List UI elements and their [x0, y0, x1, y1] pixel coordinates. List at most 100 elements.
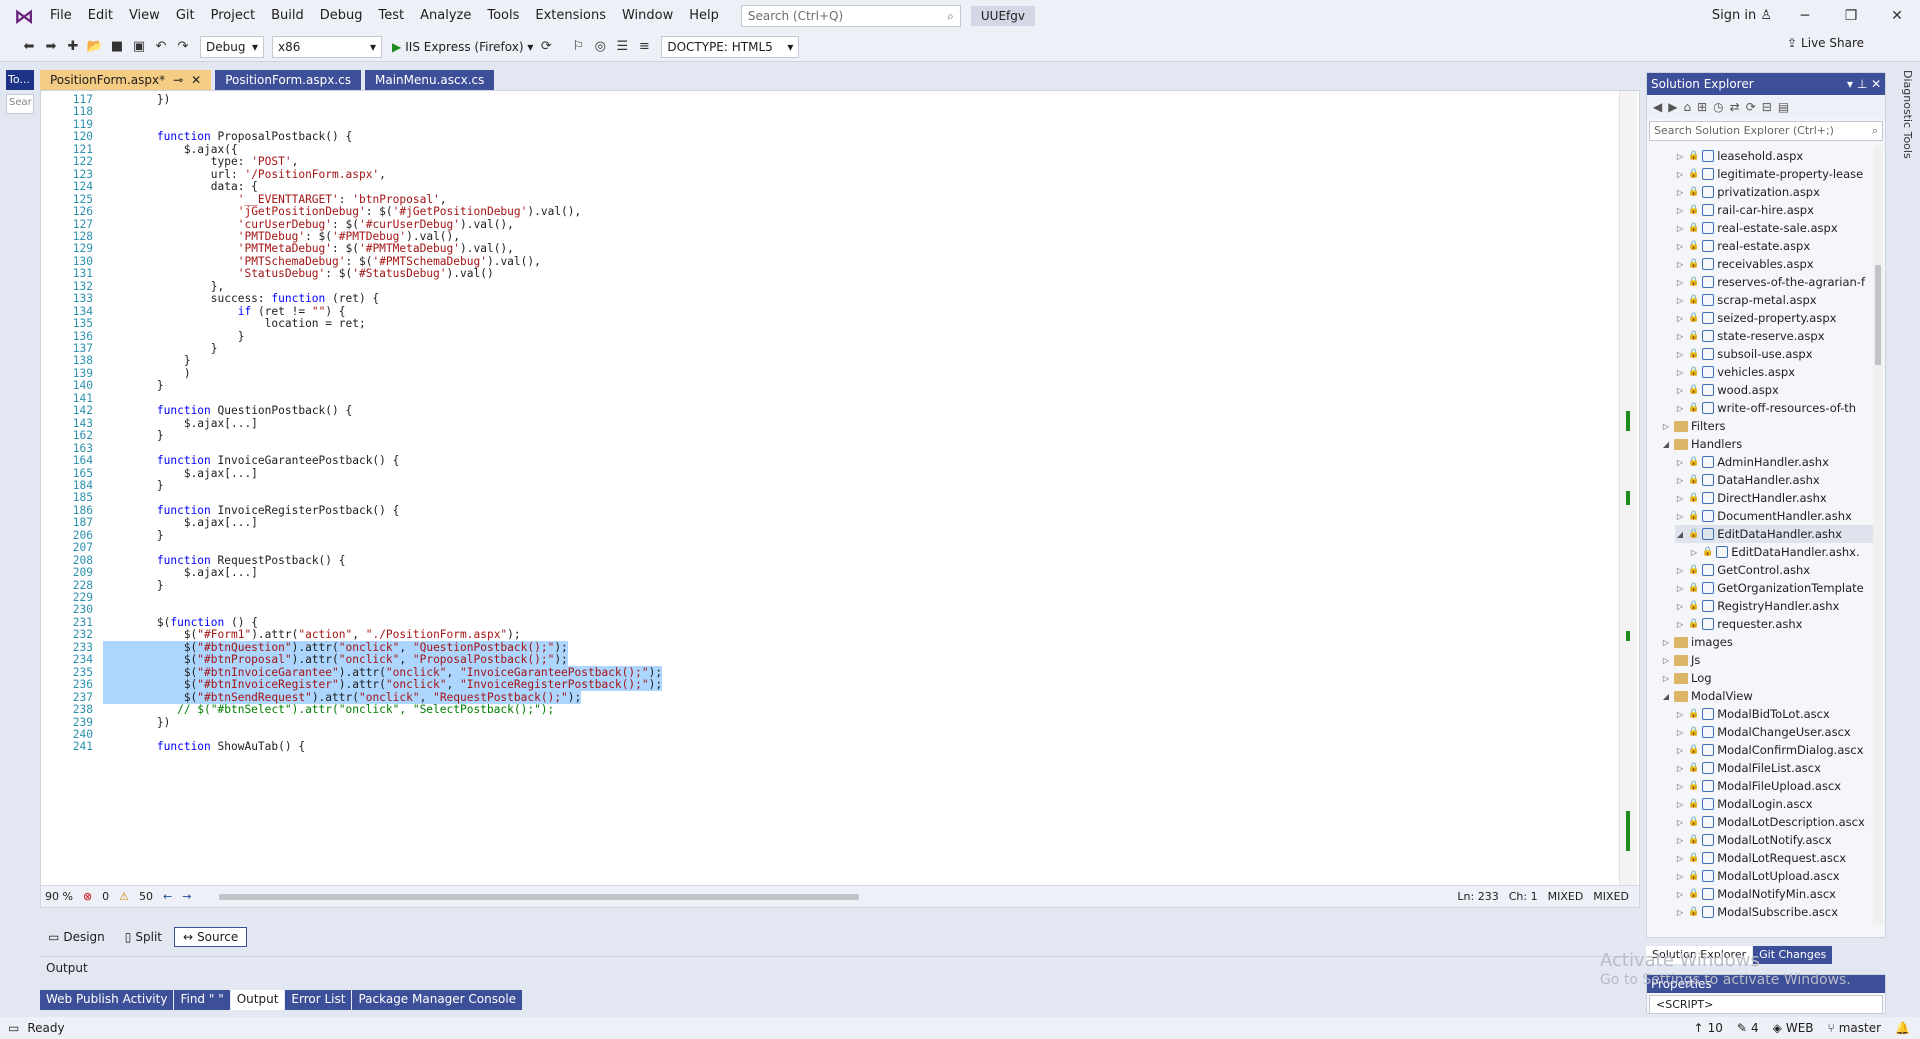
bottom-tab[interactable]: Package Manager Console [352, 990, 523, 1010]
file-item[interactable]: ▷ 🔒 ModalNotifyMin.ascx [1675, 885, 1873, 903]
code-line[interactable]: function ProposalPostback() { [103, 130, 352, 143]
expand-arrow-icon[interactable]: ▷ [1675, 728, 1685, 737]
code-line[interactable]: $("#btnSendRequest").attr("onclick", "Re… [103, 690, 582, 704]
camera-icon[interactable]: ◎ [591, 36, 609, 58]
expand-arrow-icon[interactable]: ▷ [1675, 512, 1685, 521]
expand-arrow-icon[interactable]: ▷ [1675, 260, 1685, 269]
restore-button[interactable]: ❐ [1828, 0, 1874, 32]
zoom-level[interactable]: 90 % [45, 890, 73, 903]
code-line[interactable]: ) [103, 367, 191, 380]
branch-icon[interactable]: ⑂ [1828, 1021, 1835, 1035]
expand-arrow-icon[interactable]: ▷ [1675, 818, 1685, 827]
expand-arrow-icon[interactable]: ▷ [1675, 242, 1685, 251]
expand-arrow-icon[interactable]: ▷ [1675, 746, 1685, 755]
code-line[interactable]: } [103, 342, 218, 355]
redo-icon[interactable]: ↷ [174, 36, 192, 58]
menu-item-git[interactable]: Git [168, 0, 203, 32]
nav-back-icon[interactable]: ← [163, 890, 172, 903]
sign-in-button[interactable]: Sign in ♙ [1712, 0, 1772, 32]
warning-icon[interactable]: ⚠ [119, 890, 129, 903]
comment-icon[interactable]: ≡ [635, 36, 653, 58]
expand-arrow-icon[interactable]: ▷ [1675, 764, 1685, 773]
pencil-icon[interactable]: ✎ [1737, 1021, 1747, 1035]
file-item[interactable]: ▷ 🔒 real-estate-sale.aspx [1675, 219, 1873, 237]
code-line[interactable]: 'PMTMetaDebug': $('#PMTMetaDebug').val()… [103, 242, 514, 255]
bottom-tab[interactable]: Error List [285, 990, 352, 1010]
code-line[interactable]: 'StatusDebug': $('#StatusDebug').val() [103, 267, 494, 280]
code-line[interactable]: $(function () { [103, 616, 258, 629]
code-line[interactable]: 'jGetPositionDebug': $('#jGetPositionDeb… [103, 205, 582, 218]
expand-arrow-icon[interactable]: ▷ [1675, 386, 1685, 395]
file-item[interactable]: ▷ 🔒 DirectHandler.ashx [1675, 489, 1873, 507]
view-tab-source[interactable]: ↔ Source [174, 927, 248, 947]
expand-arrow-icon[interactable]: ▷ [1675, 836, 1685, 845]
search-input[interactable]: Search (Ctrl+Q) ⌕ [740, 5, 961, 27]
bottom-tab[interactable]: Output [230, 990, 285, 1010]
file-item[interactable]: ▷ 🔒 state-reserve.aspx [1675, 327, 1873, 345]
close-tab-icon[interactable]: ✕ [191, 70, 201, 90]
code-line[interactable]: 'curUserDebug': $('#curUserDebug').val()… [103, 218, 514, 231]
expand-arrow-icon[interactable]: ▷ [1675, 620, 1685, 629]
code-line[interactable]: location = ret; [103, 317, 366, 330]
properties-icon[interactable]: ▤ [1778, 100, 1789, 114]
file-item[interactable]: ▷ 🔒 ModalLotNotify.ascx [1675, 831, 1873, 849]
code-line[interactable]: } [103, 529, 164, 542]
expand-arrow-icon[interactable]: ◢ [1675, 530, 1685, 539]
folder-item[interactable]: ◢ ModalView [1661, 687, 1873, 705]
properties-selector[interactable]: <SCRIPT> [1649, 995, 1883, 1014]
pin-icon[interactable]: ⊸ [173, 70, 183, 90]
file-item[interactable]: ▷ 🔒 leasehold.aspx [1675, 147, 1873, 165]
expand-arrow-icon[interactable]: ▷ [1675, 368, 1685, 377]
solution-explorer-search[interactable]: Search Solution Explorer (Ctrl+;) ⌕ [1649, 121, 1883, 141]
menu-item-help[interactable]: Help [681, 0, 727, 32]
file-item[interactable]: ▷ 🔒 ModalChangeUser.ascx [1675, 723, 1873, 741]
expand-arrow-icon[interactable]: ▷ [1675, 350, 1685, 359]
code-line[interactable]: $("#btnInvoiceGarantee").attr("onclick",… [103, 665, 663, 679]
forward-icon[interactable]: ▶ [1668, 100, 1677, 114]
code-line[interactable]: function InvoiceGaranteePostback() { [103, 454, 399, 467]
file-item[interactable]: ▷ 🔒 vehicles.aspx [1675, 363, 1873, 381]
notification-icon[interactable]: 🔔 [1895, 1021, 1910, 1035]
code-line[interactable]: }) [103, 716, 170, 729]
repo-icon[interactable]: ◈ [1773, 1021, 1782, 1035]
expand-arrow-icon[interactable]: ▷ [1675, 782, 1685, 791]
error-icon[interactable]: ⊗ [83, 890, 92, 903]
file-item[interactable]: ▷ 🔒 real-estate.aspx [1675, 237, 1873, 255]
bottom-tab[interactable]: Web Publish Activity [40, 990, 174, 1010]
back-icon[interactable]: ⬅ [20, 36, 38, 58]
file-item[interactable]: ▷ 🔒 ModalSubscribe.ascx [1675, 903, 1873, 921]
code-line[interactable]: function QuestionPostback() { [103, 404, 352, 417]
folder-item[interactable]: ◢ Handlers [1661, 435, 1873, 453]
expand-arrow-icon[interactable]: ▷ [1675, 332, 1685, 341]
menu-item-project[interactable]: Project [203, 0, 263, 32]
expand-arrow-icon[interactable]: ▷ [1675, 278, 1685, 287]
run-button[interactable]: ▶ IIS Express (Firefox) ▾ [392, 40, 533, 54]
toolbox-search[interactable]: Sear [6, 94, 34, 114]
code-line[interactable]: }) [103, 93, 170, 106]
refresh-icon[interactable]: ⟳ [537, 36, 555, 58]
expand-arrow-icon[interactable]: ▷ [1675, 188, 1685, 197]
code-line[interactable]: $("#Form1").attr("action", "./PositionFo… [103, 628, 521, 641]
code-line[interactable]: } [103, 379, 164, 392]
expand-arrow-icon[interactable]: ▷ [1675, 872, 1685, 881]
expand-arrow-icon[interactable]: ◢ [1661, 440, 1671, 449]
file-item[interactable]: ▷ 🔒 privatization.aspx [1675, 183, 1873, 201]
doctype-dropdown[interactable]: DOCTYPE: HTML5 ▾ [661, 35, 800, 58]
file-item[interactable]: ▷ 🔒 subsoil-use.aspx [1675, 345, 1873, 363]
code-line[interactable]: }, [103, 280, 224, 293]
expand-arrow-icon[interactable]: ▷ [1675, 404, 1685, 413]
expand-arrow-icon[interactable]: ▷ [1661, 674, 1671, 683]
solution-explorer-scrollbar[interactable] [1873, 145, 1883, 925]
file-item[interactable]: ▷ 🔒 wood.aspx [1675, 381, 1873, 399]
file-item[interactable]: ▷ 🔒 ModalLotRequest.ascx [1675, 849, 1873, 867]
code-line[interactable]: 'PMTSchemaDebug': $('#PMTSchemaDebug').v… [103, 255, 541, 268]
toolbox-tab[interactable]: To... [6, 70, 34, 90]
code-line[interactable]: success: function (ret) { [103, 292, 379, 305]
undo-icon[interactable]: ↶ [152, 36, 170, 58]
code-editor[interactable]: 117 118 119 120 121 122 123 124 125 126 127 128 129 1… [40, 90, 1640, 908]
expand-arrow-icon[interactable]: ▷ [1661, 422, 1671, 431]
file-item[interactable]: ◢ 🔒 EditDataHandler.ashx [1675, 525, 1873, 543]
file-item[interactable]: ▷ 🔒 rail-car-hire.aspx [1675, 201, 1873, 219]
file-item[interactable]: ▷ 🔒 ModalLogin.ascx [1675, 795, 1873, 813]
expand-arrow-icon[interactable]: ▷ [1675, 224, 1685, 233]
